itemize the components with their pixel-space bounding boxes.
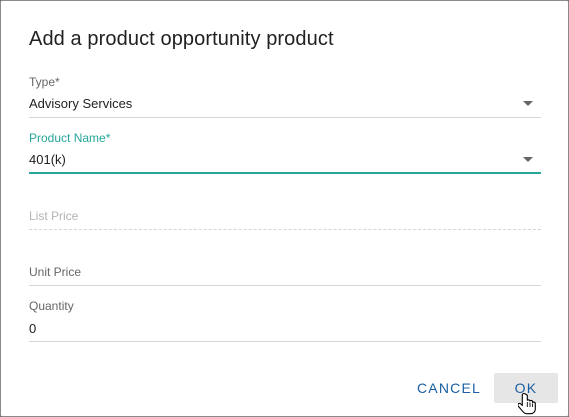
hand-cursor-icon <box>518 392 536 415</box>
product-name-select[interactable]: Product Name* 401(k) <box>29 131 541 175</box>
chevron-down-icon[interactable] <box>523 157 533 162</box>
quantity-field[interactable]: Quantity 0 <box>29 299 541 343</box>
product-name-value: 401(k) <box>29 152 66 167</box>
unit-price-underline <box>29 285 541 286</box>
cancel-button[interactable]: CANCEL <box>411 373 487 403</box>
type-select[interactable]: Type* Advisory Services <box>29 75 541 119</box>
quantity-value[interactable]: 0 <box>29 321 36 336</box>
quantity-underline <box>29 341 541 342</box>
type-value: Advisory Services <box>29 96 133 111</box>
product-name-label: Product Name* <box>29 131 111 145</box>
add-product-dialog: Add a product opportunity product Type* … <box>0 0 569 417</box>
type-underline <box>29 117 541 118</box>
quantity-label: Quantity <box>29 299 74 313</box>
unit-price-field[interactable]: Unit Price <box>29 265 541 289</box>
type-label: Type* <box>29 75 60 89</box>
product-name-underline <box>29 172 541 174</box>
list-price-underline <box>29 229 541 230</box>
list-price-label: List Price <box>29 209 79 223</box>
list-price-field: List Price <box>29 209 541 233</box>
chevron-down-icon[interactable] <box>523 101 533 106</box>
unit-price-label: Unit Price <box>29 265 82 279</box>
dialog-title: Add a product opportunity product <box>29 28 334 50</box>
